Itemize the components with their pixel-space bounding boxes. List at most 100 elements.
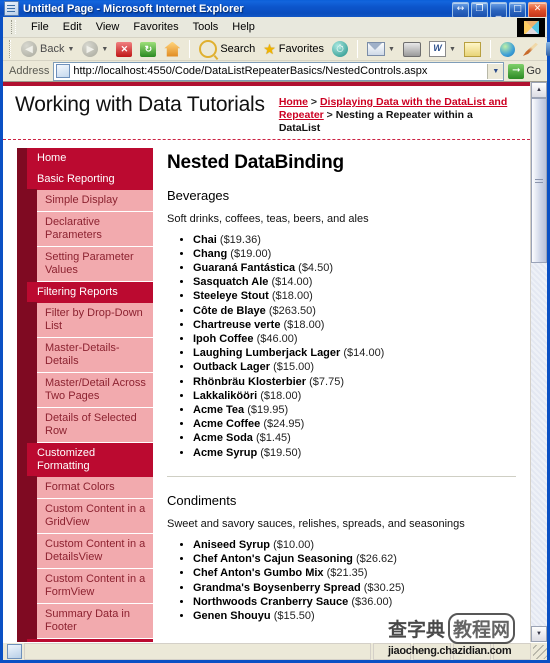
scroll-track[interactable] (531, 97, 547, 627)
back-chevron-down-icon[interactable]: ▼ (67, 46, 74, 53)
scroll-up-button[interactable]: ▲ (531, 81, 547, 98)
breadcrumb-sep-2: > (323, 108, 336, 121)
menu-item-favorites[interactable]: Favorites (126, 19, 185, 35)
list-item: Steeleye Stout ($18.00) (193, 289, 516, 303)
menu-item-view[interactable]: View (89, 19, 127, 35)
address-chevron-down-icon[interactable]: ▼ (487, 63, 504, 79)
vertical-scrollbar[interactable]: ▲ ▼ (530, 81, 547, 643)
maximize-button[interactable]: □ (509, 2, 526, 18)
restore-group-button[interactable]: ↔ (452, 2, 469, 18)
product-name: Aniseed Syrup (193, 538, 271, 551)
product-name: Genen Shouyu (193, 609, 271, 622)
history-button[interactable]: ⏱ (329, 40, 351, 58)
mail-button[interactable]: ▼ (364, 41, 398, 57)
sidebar-section-basic-reporting[interactable]: Basic Reporting (17, 168, 153, 190)
pen-button[interactable] (520, 41, 541, 57)
forward-button[interactable]: ▶ ▼ (79, 40, 111, 58)
status-page-icon (7, 644, 22, 660)
product-name: Chang (193, 247, 228, 260)
back-label: Back (40, 43, 65, 55)
scroll-thumb[interactable] (531, 97, 547, 263)
list-item: Acme Soda ($1.45) (193, 431, 516, 445)
sidebar-section-editing-inserting-deleting[interactable]: Editing, Inserting, and Deleting (17, 638, 153, 643)
sidebar-item-summary-data-in-footer[interactable]: Summary Data in Footer (17, 602, 153, 639)
toolbar-gripper[interactable] (9, 40, 11, 58)
product-name: Ipoh Coffee (193, 333, 254, 346)
split-button[interactable]: ❐ (471, 2, 488, 18)
print-button[interactable] (400, 41, 424, 58)
discuss-button[interactable] (461, 41, 484, 58)
sidebar-item-setting-parameter-values[interactable]: Setting Parameter Values (17, 245, 153, 282)
favorites-button[interactable]: ★ Favorites (260, 41, 327, 57)
product-price: ($19.00) (230, 247, 272, 260)
menu-item-tools[interactable]: Tools (186, 19, 226, 35)
address-url-text: http://localhost:4550/Code/DataListRepea… (73, 65, 428, 78)
sidebar-item-custom-content-detailsview[interactable]: Custom Content in a DetailsView (17, 532, 153, 569)
list-item: Guaraná Fantástica ($4.50) (193, 261, 516, 275)
go-arrow-icon: ➞ (508, 63, 525, 79)
product-price: ($24.95) (263, 418, 305, 431)
menu-item-help[interactable]: Help (225, 19, 262, 35)
close-button[interactable]: ✕ (528, 2, 547, 18)
sidebar: Home Basic Reporting Simple Display Decl… (3, 140, 153, 643)
product-name: Rhönbräu Klosterbier (193, 375, 307, 388)
search-button[interactable]: Search (196, 39, 258, 59)
breadcrumb-link-home[interactable]: Home (279, 96, 308, 108)
resize-grip[interactable] (533, 644, 547, 659)
sidebar-item-custom-content-formview[interactable]: Custom Content in a FormView (17, 567, 153, 604)
menu-gripper[interactable] (11, 19, 16, 34)
mail-chevron-down-icon[interactable]: ▼ (388, 46, 395, 53)
minimize-button[interactable]: _ (490, 2, 507, 18)
sidebar-item-declarative-parameters[interactable]: Declarative Parameters (17, 210, 153, 247)
list-item: Côte de Blaye ($263.50) (193, 304, 516, 318)
nav-group-editing-inserting-deleting: Editing, Inserting, and Deleting Basics (17, 638, 153, 643)
status-cell-2 (413, 643, 451, 661)
list-item: Lakkalikööri ($18.00) (193, 389, 516, 403)
home-button[interactable] (161, 41, 183, 58)
sidebar-item-master-detail-across-two-pages[interactable]: Master/Detail Across Two Pages (17, 371, 153, 408)
stop-icon: ✕ (116, 41, 133, 57)
globe-button[interactable] (497, 41, 518, 58)
sidebar-item-master-details-details[interactable]: Master-Details-Details (17, 336, 153, 373)
product-name: Outback Lager (193, 361, 271, 374)
edit-button[interactable]: W ▼ (426, 40, 459, 58)
menu-item-edit[interactable]: Edit (56, 19, 89, 35)
sidebar-item-simple-display[interactable]: Simple Display (17, 188, 153, 212)
scroll-down-button[interactable]: ▼ (531, 626, 547, 643)
sidebar-section-filtering-reports[interactable]: Filtering Reports (17, 281, 153, 303)
home-icon (164, 41, 181, 57)
status-bar (3, 642, 547, 661)
edit-chevron-down-icon[interactable]: ▼ (449, 46, 456, 53)
address-input[interactable]: http://localhost:4550/Code/DataListRepea… (53, 61, 505, 81)
refresh-icon: ↻ (140, 41, 157, 57)
menu-item-file[interactable]: File (24, 19, 56, 35)
messenger-button[interactable] (543, 41, 550, 57)
product-name: Côte de Blaye (193, 304, 266, 317)
sidebar-item-format-colors[interactable]: Format Colors (17, 475, 153, 499)
sidebar-item-home[interactable]: Home (17, 147, 153, 169)
sidebar-section-customized-formatting[interactable]: Customized Formatting (17, 442, 153, 477)
sidebar-item-details-of-selected-row[interactable]: Details of Selected Row (17, 406, 153, 443)
product-price: ($46.00) (256, 333, 298, 346)
forward-chevron-down-icon[interactable]: ▼ (101, 46, 108, 53)
breadcrumb: Home > Displaying Data with the DataList… (279, 92, 509, 135)
product-name: Acme Syrup (193, 446, 258, 459)
back-button[interactable]: ◀ Back ▼ (18, 40, 77, 58)
product-name: Acme Soda (193, 432, 253, 445)
stop-button[interactable]: ✕ (113, 41, 135, 58)
sidebar-item-custom-content-gridview[interactable]: Custom Content in a GridView (17, 497, 153, 534)
breadcrumb-sep-1: > (308, 95, 320, 108)
go-button[interactable]: ➞ Go (508, 63, 547, 79)
refresh-button[interactable]: ↻ (137, 41, 159, 58)
page-icon (56, 64, 71, 79)
close-icon: ✕ (533, 4, 542, 14)
favorites-label: Favorites (278, 43, 325, 55)
window-icon (4, 1, 19, 17)
list-item: Outback Lager ($15.00) (193, 360, 516, 374)
sidebar-item-filter-by-drop-down-list[interactable]: Filter by Drop-Down List (17, 301, 153, 338)
product-price: ($30.25) (363, 581, 405, 594)
status-message-area (24, 643, 371, 661)
page-title: Nested DataBinding (167, 151, 344, 173)
toolbar-separator-2 (357, 40, 359, 58)
list-item: Acme Syrup ($19.50) (193, 446, 516, 460)
